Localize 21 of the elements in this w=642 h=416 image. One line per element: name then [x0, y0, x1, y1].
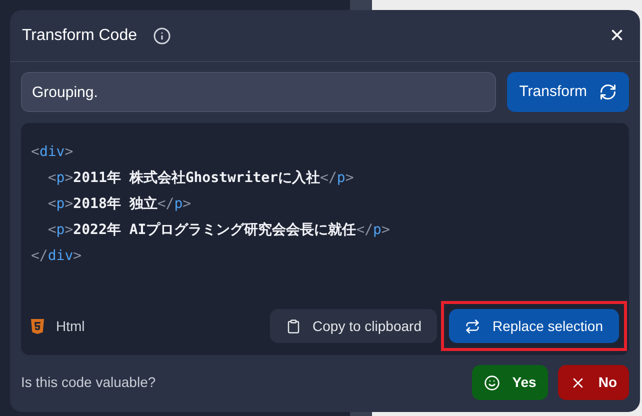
copy-button[interactable]: Copy to clipboard: [270, 309, 438, 343]
transform-button[interactable]: Transform: [507, 72, 629, 112]
html5-icon: [31, 318, 44, 334]
clipboard-icon: [286, 318, 301, 334]
instruction-field[interactable]: Grouping.: [21, 72, 496, 112]
dialog-title: Transform Code: [22, 26, 137, 46]
feedback-question: Is this code valuable?: [21, 373, 156, 392]
code-line: <p>2011年 株式会社Ghostwriterに入社</p>: [46, 169, 355, 188]
info-icon[interactable]: [153, 26, 171, 44]
close-button[interactable]: ×: [610, 24, 624, 48]
code-line: <p>2022年 AIプログラミング研究会会長に就任</p>: [46, 220, 391, 240]
refresh-icon: [599, 83, 617, 101]
code-line: <div>: [31, 143, 74, 162]
code-line: </div>: [31, 247, 83, 266]
code-line: <p>2018年 独立</p>: [46, 194, 192, 214]
swap-icon: [465, 318, 480, 334]
no-button[interactable]: No: [558, 365, 629, 400]
yes-button[interactable]: Yes: [472, 365, 548, 400]
replace-button[interactable]: Replace selection: [449, 309, 619, 343]
language-label: Html: [56, 316, 85, 336]
smile-icon: [484, 374, 500, 390]
